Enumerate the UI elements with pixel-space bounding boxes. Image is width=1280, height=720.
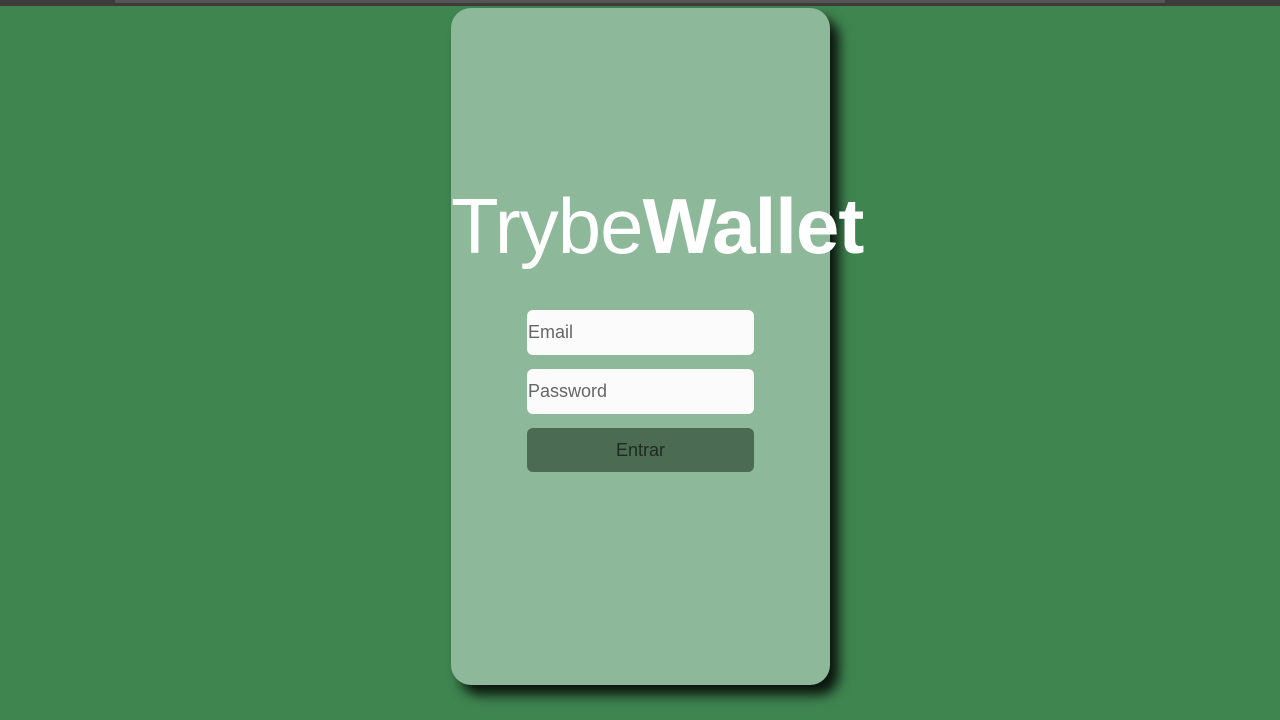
login-button[interactable]: Entrar (527, 428, 754, 472)
logo-text-bold: Wallet (642, 182, 865, 270)
password-input[interactable] (527, 369, 754, 414)
browser-top-strip (0, 0, 1280, 6)
email-input[interactable] (527, 310, 754, 355)
login-card: TrybeWallet Entrar (451, 8, 864, 685)
app-logo: TrybeWallet (451, 176, 864, 276)
browser-top-strip-highlight (115, 0, 1165, 3)
logo-text-light: Trybe (451, 182, 643, 270)
